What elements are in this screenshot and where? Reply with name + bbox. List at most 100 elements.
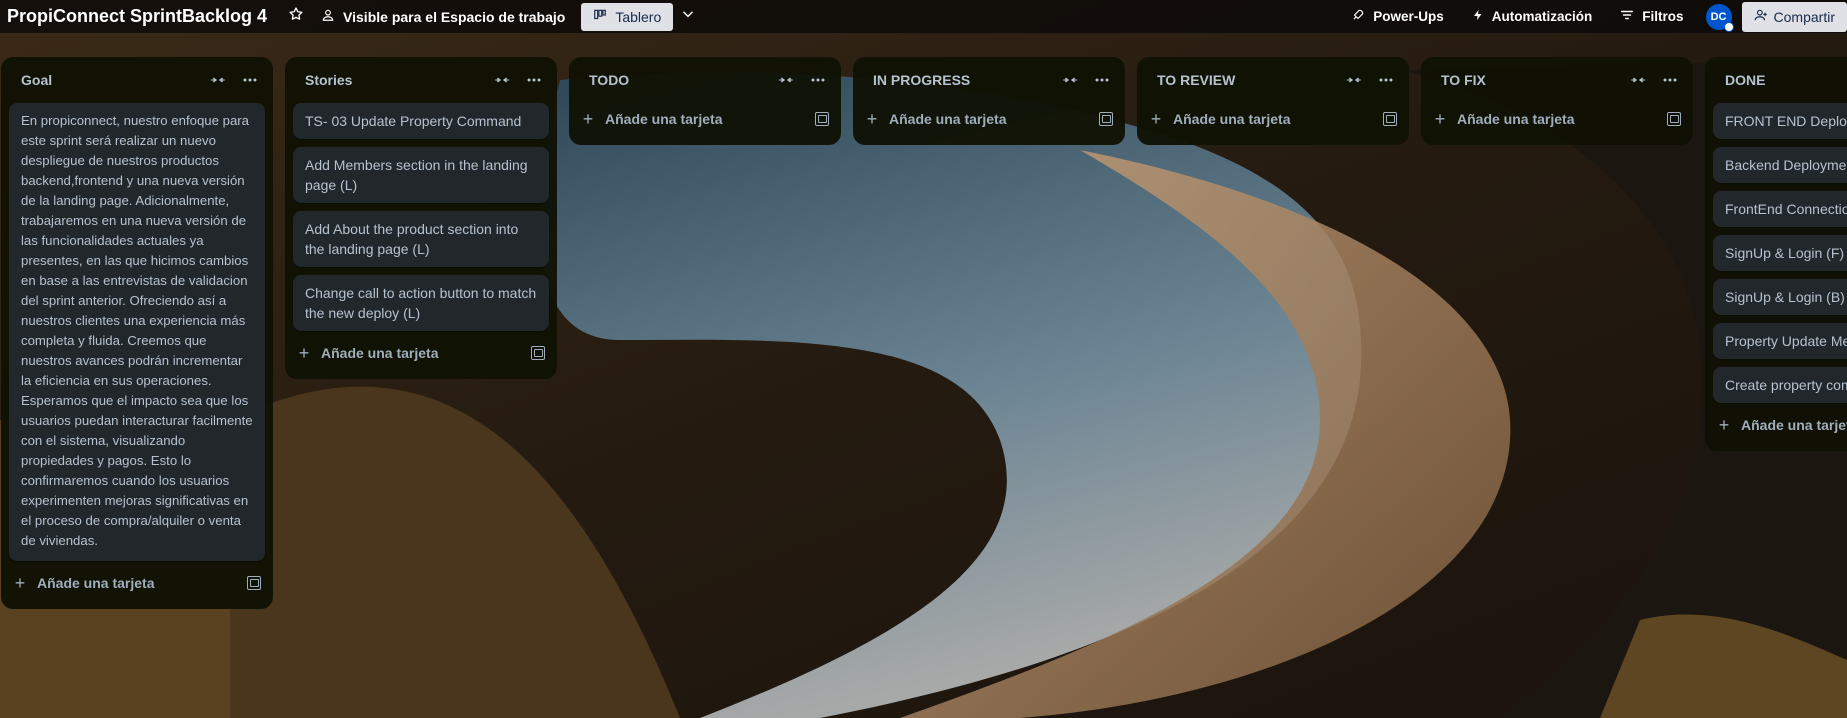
- card[interactable]: TS- 03 Update Property Command: [293, 103, 549, 139]
- card[interactable]: Add About the product section into the l…: [293, 211, 549, 267]
- add-card-label: Añade una tarjeta: [1741, 417, 1847, 433]
- add-card-label: Añade una tarjeta: [321, 345, 439, 361]
- plus-icon: +: [582, 108, 594, 129]
- filters-button[interactable]: Filtros: [1608, 3, 1695, 31]
- list-title[interactable]: Goal: [21, 72, 207, 88]
- collapse-list-icon[interactable]: [775, 74, 797, 86]
- header-actions: Power-Ups Automatización Filtros DC Comp…: [1339, 0, 1847, 33]
- add-card-label: Añade una tarjeta: [1457, 111, 1575, 127]
- automation-button[interactable]: Automatización: [1460, 3, 1605, 31]
- card[interactable]: SignUp & Login (B): [1713, 279, 1847, 315]
- add-card-label: Añade una tarjeta: [605, 111, 723, 127]
- powerups-button[interactable]: Power-Ups: [1339, 3, 1456, 31]
- star-icon: [288, 6, 304, 27]
- avatar[interactable]: DC: [1705, 3, 1734, 32]
- add-card-label: Añade una tarjeta: [37, 575, 155, 591]
- lightning-icon: [1472, 8, 1484, 25]
- card[interactable]: Add Members section in the landing page …: [293, 147, 549, 203]
- list-title[interactable]: TO REVIEW: [1157, 72, 1343, 88]
- more-options-icon[interactable]: [1091, 78, 1113, 82]
- more-options-icon[interactable]: [523, 78, 545, 82]
- list-title[interactable]: TO FIX: [1441, 72, 1627, 88]
- list-stories: Stories TS- 03 Update Property Command A…: [285, 57, 557, 379]
- card[interactable]: SignUp & Login (F): [1713, 235, 1847, 271]
- create-from-template-icon[interactable]: [1383, 112, 1397, 126]
- powerups-label: Power-Ups: [1373, 9, 1444, 24]
- card[interactable]: Create property component: [1713, 367, 1847, 403]
- plus-icon: +: [298, 342, 310, 363]
- automation-label: Automatización: [1491, 9, 1593, 24]
- add-card-button[interactable]: + Añade una tarjeta: [1, 565, 273, 601]
- plus-icon: +: [1150, 108, 1162, 129]
- add-person-icon: [1754, 8, 1768, 25]
- collapse-list-icon[interactable]: [207, 74, 229, 86]
- list-in-progress: IN PROGRESS + Añade una tarjeta: [853, 57, 1125, 145]
- add-card-button[interactable]: + Añade una tarjeta: [1421, 101, 1693, 137]
- card[interactable]: Backend Deployment: [1713, 147, 1847, 183]
- create-from-template-icon[interactable]: [1667, 112, 1681, 126]
- more-options-icon[interactable]: [1375, 78, 1397, 82]
- share-label: Compartir: [1773, 8, 1835, 25]
- create-from-template-icon[interactable]: [1099, 112, 1113, 126]
- add-card-button[interactable]: + Añade una tarjeta: [853, 101, 1125, 137]
- card[interactable]: Change call to action button to match th…: [293, 275, 549, 331]
- list-to-review: TO REVIEW + Añade una tarjeta: [1137, 57, 1409, 145]
- plus-icon: +: [1718, 414, 1730, 435]
- add-card-label: Añade una tarjeta: [889, 111, 1007, 127]
- add-card-label: Añade una tarjeta: [1173, 111, 1291, 127]
- list-header[interactable]: TODO: [569, 57, 841, 103]
- list-header[interactable]: Stories: [285, 57, 557, 103]
- list-title[interactable]: Stories: [305, 72, 491, 88]
- collapse-list-icon[interactable]: [1343, 74, 1365, 86]
- rocket-icon: [1351, 8, 1365, 25]
- avatar-initials: DC: [1710, 10, 1727, 23]
- create-from-template-icon[interactable]: [247, 576, 261, 590]
- list-todo: TODO + Añade una tarjeta: [569, 57, 841, 145]
- chevron-down-icon: [681, 7, 695, 26]
- add-card-button[interactable]: + Añade una tarjeta: [285, 335, 557, 371]
- list-title[interactable]: TODO: [589, 72, 775, 88]
- create-from-template-icon[interactable]: [815, 112, 829, 126]
- plus-icon: +: [14, 572, 26, 593]
- list-title[interactable]: IN PROGRESS: [873, 72, 1059, 88]
- more-options-icon[interactable]: [807, 78, 829, 82]
- list-done: DONE FRONT END Deployment Backend Deploy…: [1705, 57, 1847, 451]
- list-header[interactable]: IN PROGRESS: [853, 57, 1125, 103]
- create-from-template-icon[interactable]: [531, 346, 545, 360]
- list-header[interactable]: Goal: [1, 57, 273, 103]
- more-options-icon[interactable]: [1659, 78, 1681, 82]
- people-icon: [321, 8, 335, 25]
- collapse-list-icon[interactable]: [491, 74, 513, 86]
- filter-icon: [1620, 8, 1634, 25]
- list-header[interactable]: TO FIX: [1421, 57, 1693, 103]
- board-view-icon: [593, 8, 607, 25]
- add-card-button[interactable]: + Añade una tarjeta: [569, 101, 841, 137]
- admin-badge-icon: [1723, 21, 1734, 32]
- board-view-label: Tablero: [615, 8, 662, 25]
- board-title[interactable]: PropiConnect SprintBacklog 4: [7, 6, 267, 27]
- view-switcher-button[interactable]: [673, 3, 703, 31]
- list-header[interactable]: TO REVIEW: [1137, 57, 1409, 103]
- plus-icon: +: [1434, 108, 1446, 129]
- card[interactable]: FRONT END Deployment: [1713, 103, 1847, 139]
- list-goal: Goal En propiconnect, nuestro enfoque pa…: [1, 57, 273, 609]
- add-card-button[interactable]: + Añade una tarjeta: [1705, 407, 1847, 443]
- card-goal-description[interactable]: En propiconnect, nuestro enfoque para es…: [9, 103, 265, 561]
- visibility-label: Visible para el Espacio de trabajo: [343, 8, 566, 25]
- filters-label: Filtros: [1642, 9, 1684, 24]
- board-view-button[interactable]: Tablero: [581, 2, 674, 31]
- collapse-list-icon[interactable]: [1059, 74, 1081, 86]
- plus-icon: +: [866, 108, 878, 129]
- star-button[interactable]: [281, 3, 311, 31]
- list-header[interactable]: DONE: [1705, 57, 1847, 103]
- more-options-icon[interactable]: [239, 78, 261, 82]
- board-header: PropiConnect SprintBacklog 4 Visible par…: [0, 0, 1847, 33]
- card[interactable]: Property Update Method: [1713, 323, 1847, 359]
- collapse-list-icon[interactable]: [1627, 74, 1649, 86]
- visibility-button[interactable]: Visible para el Espacio de trabajo: [311, 3, 575, 31]
- card[interactable]: FrontEnd Connection: [1713, 191, 1847, 227]
- share-button[interactable]: Compartir: [1741, 1, 1847, 32]
- add-card-button[interactable]: + Añade una tarjeta: [1137, 101, 1409, 137]
- list-to-fix: TO FIX + Añade una tarjeta: [1421, 57, 1693, 145]
- list-title[interactable]: DONE: [1725, 72, 1847, 88]
